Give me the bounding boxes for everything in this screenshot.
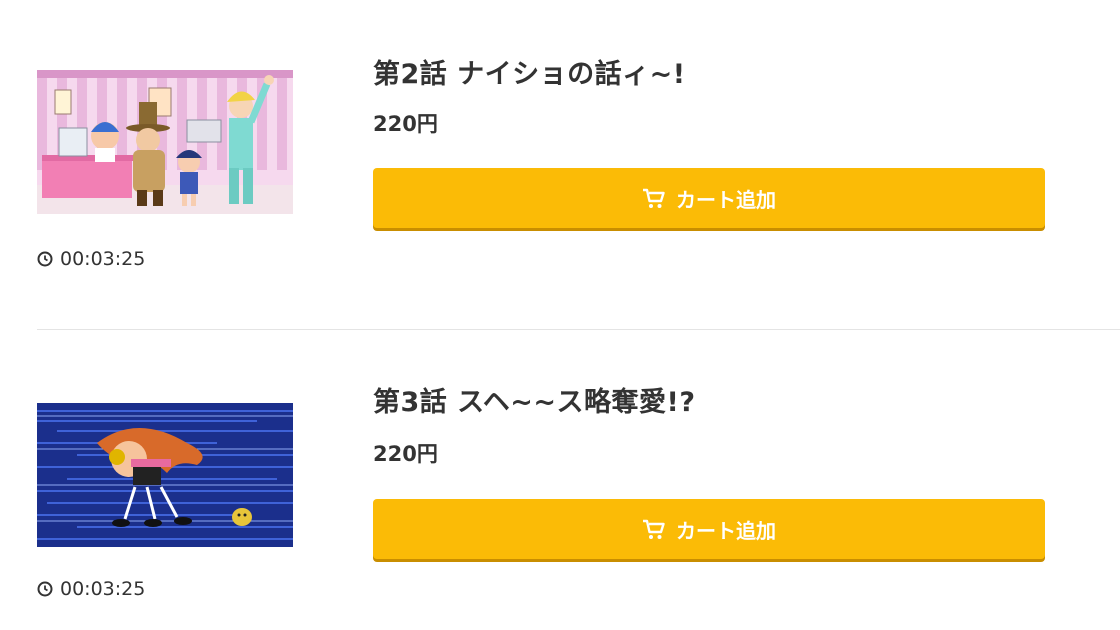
- add-to-cart-label: カート追加: [676, 518, 776, 543]
- clock-icon: [37, 581, 53, 597]
- episode-item: 00:03:25 第2話 ナイショの話ィ~! 220円 カート追加: [0, 0, 1120, 300]
- duration-text: 00:03:25: [60, 248, 146, 270]
- episode-item: 00:03:25 第3話 スヘ~~ス略奪愛!? 220円 カート追加: [0, 330, 1120, 630]
- cart-icon: [643, 188, 665, 208]
- duration: 00:03:25: [37, 578, 145, 600]
- episode-price: 220円: [373, 112, 438, 136]
- episode-thumbnail[interactable]: [37, 403, 293, 547]
- episode-title[interactable]: 第2話 ナイショの話ィ~!: [373, 52, 686, 91]
- cart-icon: [643, 519, 665, 539]
- add-to-cart-button[interactable]: カート追加: [373, 499, 1045, 559]
- episode-title[interactable]: 第3話 スヘ~~ス略奪愛!?: [373, 380, 696, 419]
- duration-text: 00:03:25: [60, 578, 146, 600]
- thumbnail-image: [37, 403, 293, 547]
- episode-thumbnail[interactable]: [37, 70, 293, 214]
- episode-price: 220円: [373, 442, 438, 466]
- duration: 00:03:25: [37, 248, 145, 270]
- thumbnail-image: [37, 70, 293, 214]
- add-to-cart-label: カート追加: [676, 187, 776, 212]
- add-to-cart-button[interactable]: カート追加: [373, 168, 1045, 228]
- clock-icon: [37, 251, 53, 267]
